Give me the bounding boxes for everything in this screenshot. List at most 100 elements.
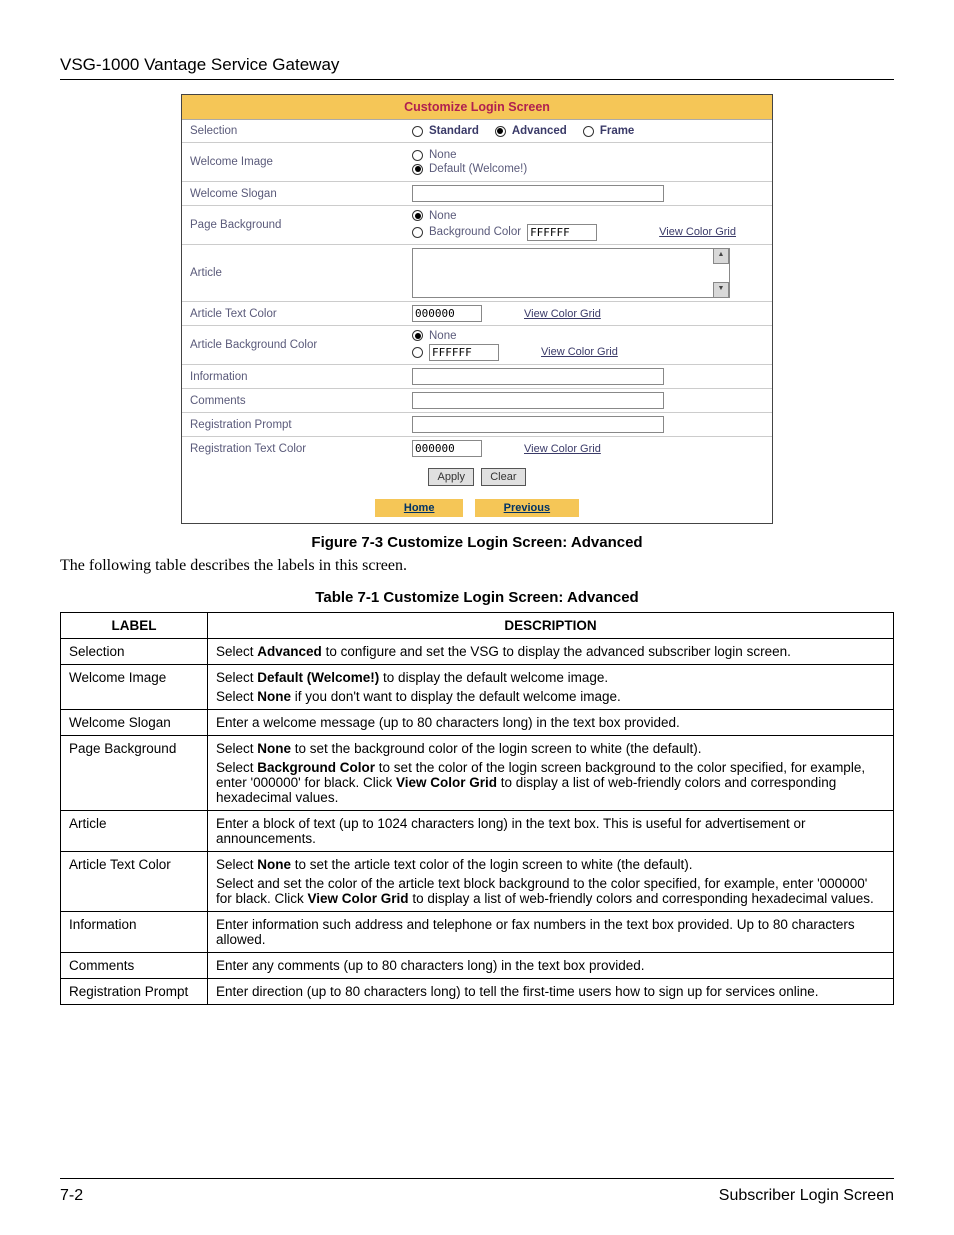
- cell-desc: Enter a block of text (up to 1024 charac…: [208, 811, 894, 852]
- label-article-bg-color: Article Background Color: [182, 335, 406, 355]
- cell-label: Registration Prompt: [61, 979, 208, 1005]
- input-article-bg-color[interactable]: [429, 344, 499, 361]
- label-article-text-color: Article Text Color: [182, 304, 406, 324]
- cell-desc: Enter a welcome message (up to 80 charac…: [208, 710, 894, 736]
- opt-pbg-color: Background Color: [429, 226, 521, 238]
- opt-frame: Frame: [600, 125, 635, 137]
- row-information: Information: [182, 365, 772, 389]
- panel-title: Customize Login Screen: [182, 95, 772, 120]
- button-row: Apply Clear: [182, 460, 772, 496]
- nav-previous[interactable]: Previous: [475, 499, 579, 517]
- cell-desc: Enter direction (up to 80 characters lon…: [208, 979, 894, 1005]
- footer-rule: [60, 1178, 894, 1179]
- radio-wimg-default[interactable]: [412, 164, 423, 175]
- link-pbg-viewgrid[interactable]: View Color Grid: [659, 226, 736, 238]
- radio-frame[interactable]: [583, 126, 594, 137]
- cell-label: Welcome Image: [61, 665, 208, 710]
- opt-abg-none: None: [429, 330, 457, 342]
- row-article-text-color: Article Text Color View Color Grid: [182, 302, 772, 326]
- table-row: Welcome SloganEnter a welcome message (u…: [61, 710, 894, 736]
- label-welcome-image: Welcome Image: [182, 152, 406, 172]
- opt-pbg-none: None: [429, 210, 457, 222]
- cell-desc: Select None to set the background color …: [208, 736, 894, 811]
- input-comments[interactable]: [412, 392, 664, 409]
- radio-abg-color[interactable]: [412, 347, 423, 358]
- cell-desc: Select Advanced to configure and set the…: [208, 639, 894, 665]
- table-row: Registration PromptEnter direction (up t…: [61, 979, 894, 1005]
- row-article-bg-color: Article Background Color None View Color…: [182, 326, 772, 365]
- table-row: Welcome ImageSelect Default (Welcome!) t…: [61, 665, 894, 710]
- row-welcome-slogan: Welcome Slogan: [182, 182, 772, 206]
- input-reg-text-color[interactable]: [412, 440, 482, 457]
- footer-section-title: Subscriber Login Screen: [719, 1187, 894, 1205]
- input-pbg-color[interactable]: [527, 224, 597, 241]
- row-comments: Comments: [182, 389, 772, 413]
- nav-home[interactable]: Home: [375, 499, 464, 517]
- cell-label: Welcome Slogan: [61, 710, 208, 736]
- row-article: Article ▲ ▼: [182, 245, 772, 302]
- table-row: SelectionSelect Advanced to configure an…: [61, 639, 894, 665]
- scroll-up-icon[interactable]: ▲: [713, 248, 729, 264]
- clear-button[interactable]: Clear: [481, 468, 525, 486]
- label-page-background: Page Background: [182, 215, 406, 235]
- link-abg-viewgrid[interactable]: View Color Grid: [541, 346, 618, 358]
- input-information[interactable]: [412, 368, 664, 385]
- cell-label: Comments: [61, 953, 208, 979]
- th-desc: DESCRIPTION: [208, 613, 894, 639]
- input-article-text-color[interactable]: [412, 305, 482, 322]
- radio-wimg-none[interactable]: [412, 150, 423, 161]
- cell-label: Article: [61, 811, 208, 852]
- body-text: The following table describes the labels…: [60, 557, 894, 575]
- scroll-down-icon[interactable]: ▼: [713, 282, 729, 298]
- table-caption: Table 7-1 Customize Login Screen: Advanc…: [60, 589, 894, 606]
- row-page-background: Page Background None Background Color Vi…: [182, 206, 772, 245]
- label-information: Information: [182, 367, 406, 387]
- table-row: Article Text ColorSelect None to set the…: [61, 852, 894, 912]
- th-label: LABEL: [61, 613, 208, 639]
- label-reg-prompt: Registration Prompt: [182, 415, 406, 435]
- opt-standard: Standard: [429, 125, 479, 137]
- row-selection: Selection Standard Advanced Frame: [182, 120, 772, 143]
- cell-desc: Select Default (Welcome!) to display the…: [208, 665, 894, 710]
- link-rtc-viewgrid[interactable]: View Color Grid: [524, 443, 601, 455]
- table-row: CommentsEnter any comments (up to 80 cha…: [61, 953, 894, 979]
- figure-caption: Figure 7-3 Customize Login Screen: Advan…: [60, 534, 894, 551]
- row-reg-text-color: Registration Text Color View Color Grid: [182, 437, 772, 460]
- radio-pbg-color[interactable]: [412, 227, 423, 238]
- table-row: InformationEnter information such addres…: [61, 912, 894, 953]
- description-table: LABEL DESCRIPTION SelectionSelect Advanc…: [60, 612, 894, 1005]
- cell-label: Selection: [61, 639, 208, 665]
- header-rule: [60, 79, 894, 80]
- label-reg-text-color: Registration Text Color: [182, 439, 406, 459]
- input-welcome-slogan[interactable]: [412, 185, 664, 202]
- label-article: Article: [182, 263, 406, 283]
- opt-wimg-default: Default (Welcome!): [429, 163, 527, 175]
- radio-pbg-none[interactable]: [412, 210, 423, 221]
- link-atc-viewgrid[interactable]: View Color Grid: [524, 308, 601, 320]
- row-reg-prompt: Registration Prompt: [182, 413, 772, 437]
- label-selection: Selection: [182, 121, 406, 141]
- radio-standard[interactable]: [412, 126, 423, 137]
- opt-advanced: Advanced: [512, 125, 567, 137]
- cell-label: Page Background: [61, 736, 208, 811]
- row-welcome-image: Welcome Image None Default (Welcome!): [182, 143, 772, 182]
- label-welcome-slogan: Welcome Slogan: [182, 184, 406, 204]
- table-row: ArticleEnter a block of text (up to 1024…: [61, 811, 894, 852]
- label-comments: Comments: [182, 391, 406, 411]
- cell-label: Article Text Color: [61, 852, 208, 912]
- cell-desc: Enter any comments (up to 80 characters …: [208, 953, 894, 979]
- login-screen-panel: Customize Login Screen Selection Standar…: [181, 94, 773, 524]
- apply-button[interactable]: Apply: [428, 468, 474, 486]
- cell-desc: Select None to set the article text colo…: [208, 852, 894, 912]
- nav-row: Home Previous: [182, 496, 772, 523]
- input-reg-prompt[interactable]: [412, 416, 664, 433]
- table-row: Page BackgroundSelect None to set the ba…: [61, 736, 894, 811]
- radio-abg-none[interactable]: [412, 330, 423, 341]
- cell-label: Information: [61, 912, 208, 953]
- footer-page-number: 7-2: [60, 1187, 83, 1205]
- opt-wimg-none: None: [429, 149, 457, 161]
- cell-desc: Enter information such address and telep…: [208, 912, 894, 953]
- page-header-title: VSG-1000 Vantage Service Gateway: [60, 55, 894, 75]
- textarea-article[interactable]: ▲ ▼: [412, 248, 730, 298]
- radio-advanced[interactable]: [495, 126, 506, 137]
